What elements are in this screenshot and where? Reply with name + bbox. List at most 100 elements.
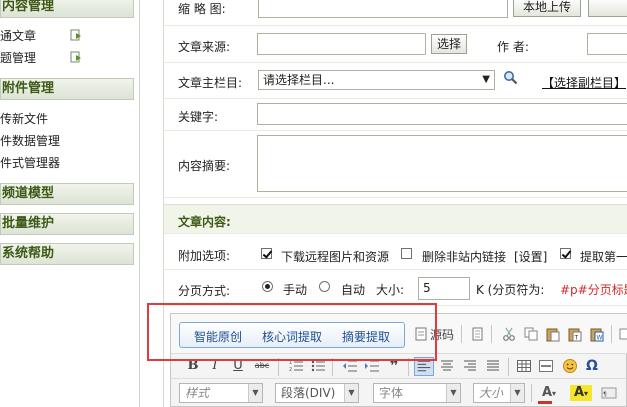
source-label: 文章来源: (178, 40, 231, 54)
toolbar-separator (611, 325, 612, 343)
sidebar-item-file-data[interactable]: 件数据管理 (0, 133, 60, 149)
horizontal-rule-icon[interactable] (538, 358, 554, 374)
page-break-code: #p#分页标题 (560, 283, 627, 297)
size-combo-value: 大小 (479, 386, 504, 400)
author-label: 作 者: (497, 40, 529, 54)
sidebar-item-topics[interactable]: 题管理 (0, 50, 36, 66)
sidebar-item-upload[interactable]: 传新文件 (0, 111, 48, 127)
column-label: 文章主栏目: (178, 76, 243, 90)
paragraph-combo[interactable]: 段落(DIV) ▼ (275, 383, 359, 403)
toolbar-separator (408, 358, 409, 376)
font-combo[interactable]: 字体 ▼ (373, 383, 461, 403)
svg-text:1: 1 (289, 360, 292, 366)
ordered-list-icon[interactable]: 12 (288, 358, 304, 374)
summary-textarea[interactable] (257, 135, 627, 192)
chevron-down-icon: ▼ (248, 384, 262, 402)
italic-icon[interactable]: I (207, 358, 223, 374)
add-icon[interactable] (70, 51, 82, 63)
sidebar-item-articles[interactable]: 通文章 (0, 28, 36, 44)
toolbar-separator (461, 325, 462, 343)
toolbar-separator (278, 358, 279, 376)
remove-links-label: 删除非站内链接 (422, 250, 507, 264)
paging-row: 分页方式: 手动 自动 大小: 5 K (分页符为: #p#分页标题 (164, 270, 627, 306)
text-color-swatch (538, 401, 552, 404)
document-icon[interactable] (413, 326, 429, 342)
paging-auto-radio[interactable] (319, 281, 330, 292)
paste-text-icon[interactable]: T (567, 326, 583, 342)
strikethrough-icon[interactable]: abc (254, 358, 270, 374)
bullet-list-icon[interactable] (310, 358, 326, 374)
select-source-button[interactable]: 选择 (431, 34, 467, 54)
sidebar-item-file-manager[interactable]: 件式管理器 (0, 155, 60, 171)
background-color-icon[interactable]: A▾ (570, 385, 592, 401)
sidebar-section-channel[interactable]: 频道模型 (0, 183, 134, 205)
align-justify-icon[interactable] (485, 358, 501, 374)
sidebar-section-batch[interactable]: 批量维护 (0, 213, 134, 235)
plugin-group: 智能原创 核心词提取 摘要提取 (179, 322, 405, 348)
editor-toolbar-row-3: 样式 ▼ 段落(DIV) ▼ 字体 ▼ 大小 ▼ A▾ A▾ ¶ (171, 379, 627, 407)
size-input[interactable]: 5 (418, 277, 470, 300)
source-input[interactable] (257, 33, 426, 55)
special-char-icon[interactable]: Ω (584, 358, 600, 374)
sidebar-section-help[interactable]: 系统帮助 (0, 243, 134, 265)
paging-manual-radio[interactable] (262, 281, 273, 292)
cut-icon[interactable] (501, 326, 517, 342)
svg-text:W: W (597, 335, 603, 342)
source-row: 文章来源: 选择 作 者: (164, 26, 627, 63)
size-combo[interactable]: 大小 ▼ (473, 383, 525, 403)
template-icon[interactable] (469, 326, 485, 342)
paging-auto-label: 自动 (341, 283, 366, 297)
add-icon[interactable] (70, 29, 82, 41)
sidebar: 内容管理 通文章 题管理 附件管理 传新文件 件数据管理 件式管理器 频道模型 … (0, 0, 140, 407)
sidebar-section-content[interactable]: 内容管理 (0, 0, 134, 18)
paragraph-combo-value: 段落(DIV) (281, 386, 336, 400)
style-combo-value: 样式 (185, 386, 210, 400)
underline-icon[interactable]: U (230, 358, 246, 374)
align-left-icon[interactable] (414, 357, 434, 376)
sub-column-link[interactable]: 【选择副栏目】 (542, 74, 626, 91)
outdent-icon[interactable] (342, 358, 358, 374)
paste-icon[interactable] (545, 326, 561, 342)
toolbar-separator (531, 384, 532, 402)
blockquote-icon[interactable]: ❞ (386, 358, 402, 374)
toolbar-separator (332, 358, 333, 376)
keyword-extract-button[interactable]: 核心词提取 (262, 328, 322, 345)
column-row: 文章主栏目: 请选择栏目... ▼ 【选择副栏目】 (164, 63, 627, 99)
thumb-input[interactable] (258, 0, 508, 18)
link-settings-link[interactable]: [设置] (514, 248, 547, 265)
extract-checkbox[interactable] (560, 248, 571, 259)
text-color-icon[interactable]: A▾ (538, 385, 560, 401)
paging-manual-label: 手动 (283, 283, 308, 297)
more-icon[interactable] (617, 326, 627, 342)
column-select-value: 请选择栏目... (263, 73, 335, 87)
summary-extract-button[interactable]: 摘要提取 (342, 328, 390, 345)
smart-original-button[interactable]: 智能原创 (194, 328, 242, 345)
format-icon[interactable]: ¶ (601, 385, 617, 401)
toolbar-separator (491, 325, 492, 343)
summary-label: 内容摘要: (178, 159, 231, 173)
indent-icon[interactable] (364, 358, 380, 374)
keywords-row: 关键字: (164, 99, 627, 131)
download-remote-checkbox[interactable] (261, 248, 272, 259)
column-select[interactable]: 请选择栏目... ▼ (258, 70, 495, 90)
download-remote-label: 下载远程图片和资源 (281, 250, 390, 264)
sidebar-section-attachments[interactable]: 附件管理 (0, 78, 134, 100)
search-icon[interactable] (503, 70, 518, 85)
align-right-icon[interactable] (462, 358, 478, 374)
smiley-icon[interactable] (562, 358, 578, 374)
style-combo[interactable]: 样式 ▼ (179, 383, 263, 403)
extract-label: 提取第一 (580, 250, 627, 264)
svg-text:¶: ¶ (603, 391, 607, 398)
align-center-icon[interactable] (439, 358, 455, 374)
copy-icon[interactable] (523, 326, 539, 342)
remove-links-checkbox[interactable] (401, 248, 412, 259)
editor-toolbar-row-1: 智能原创 核心词提取 摘要提取 源码 T W (171, 314, 627, 354)
extra-button[interactable] (588, 0, 627, 17)
paste-word-icon[interactable]: W (589, 326, 605, 342)
keywords-input[interactable] (257, 103, 627, 125)
bold-icon[interactable]: B (185, 358, 201, 374)
table-icon[interactable] (516, 358, 532, 374)
upload-button[interactable]: 本地上传 (513, 0, 581, 17)
author-input[interactable] (587, 33, 627, 55)
source-code-button[interactable]: 源码 (430, 326, 454, 343)
